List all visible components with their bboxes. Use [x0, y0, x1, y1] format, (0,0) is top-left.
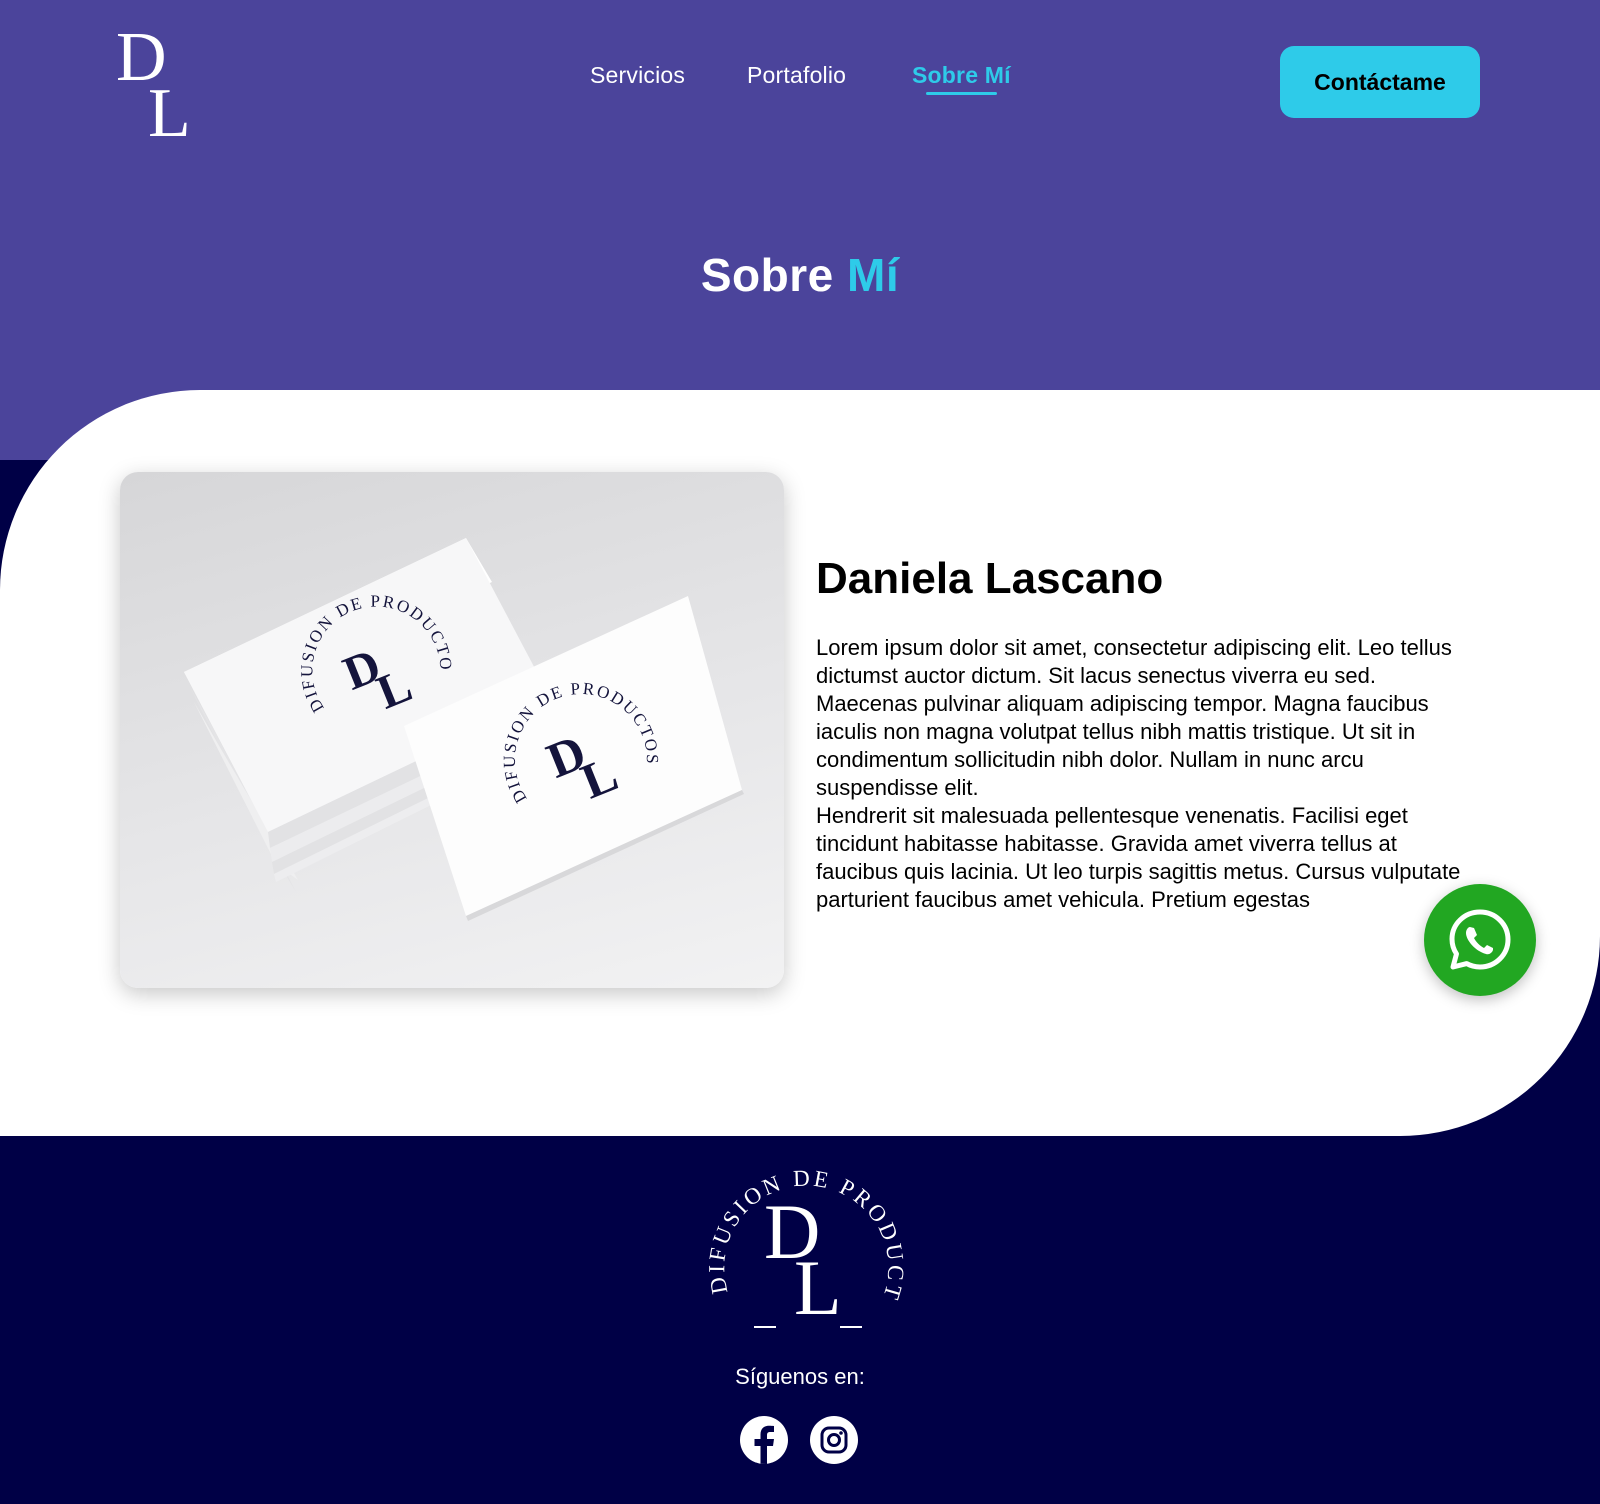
- page-title: Sobre Mí: [0, 248, 1600, 302]
- business-cards-illustration: DIFUSION DE PRODUCTOS D L DIFUSION DE PR…: [184, 538, 744, 921]
- instagram-link[interactable]: [810, 1416, 858, 1464]
- footer-logo: DIFUSION DE PRODUCTOS D L: [706, 1162, 906, 1331]
- bio-paragraph: Hendrerit sit malesuada pellentesque ven…: [816, 803, 1461, 912]
- page-title-main: Sobre: [700, 249, 834, 301]
- active-underline: [926, 92, 997, 95]
- follow-label: Síguenos en:: [735, 1364, 865, 1389]
- facebook-icon: [740, 1416, 788, 1464]
- person-name: Daniela Lascano: [816, 554, 1164, 603]
- whatsapp-icon: [1449, 909, 1511, 970]
- nav-link-portafolio[interactable]: Portafolio: [747, 62, 846, 89]
- footer-monogram-l: L: [794, 1244, 842, 1331]
- instagram-icon: [810, 1416, 858, 1464]
- bio-text: Lorem ipsum dolor sit amet, consectetur …: [816, 634, 1476, 914]
- contact-button[interactable]: Contáctame: [1280, 46, 1480, 118]
- nav-link-sobre-mi[interactable]: Sobre Mí: [912, 62, 1011, 95]
- business-cards-image: DIFUSION DE PRODUCTOS D L DIFUSION DE PR…: [120, 472, 784, 988]
- about-section: DIFUSION DE PRODUCTOS D L DIFUSION DE PR…: [0, 390, 1600, 1136]
- facebook-link[interactable]: [740, 1416, 788, 1464]
- nav-link-servicios[interactable]: Servicios: [590, 62, 685, 89]
- page-title-accent: Mí: [847, 249, 900, 301]
- whatsapp-button[interactable]: [1424, 884, 1536, 996]
- bio-paragraph: Lorem ipsum dolor sit amet, consectetur …: [816, 635, 1452, 800]
